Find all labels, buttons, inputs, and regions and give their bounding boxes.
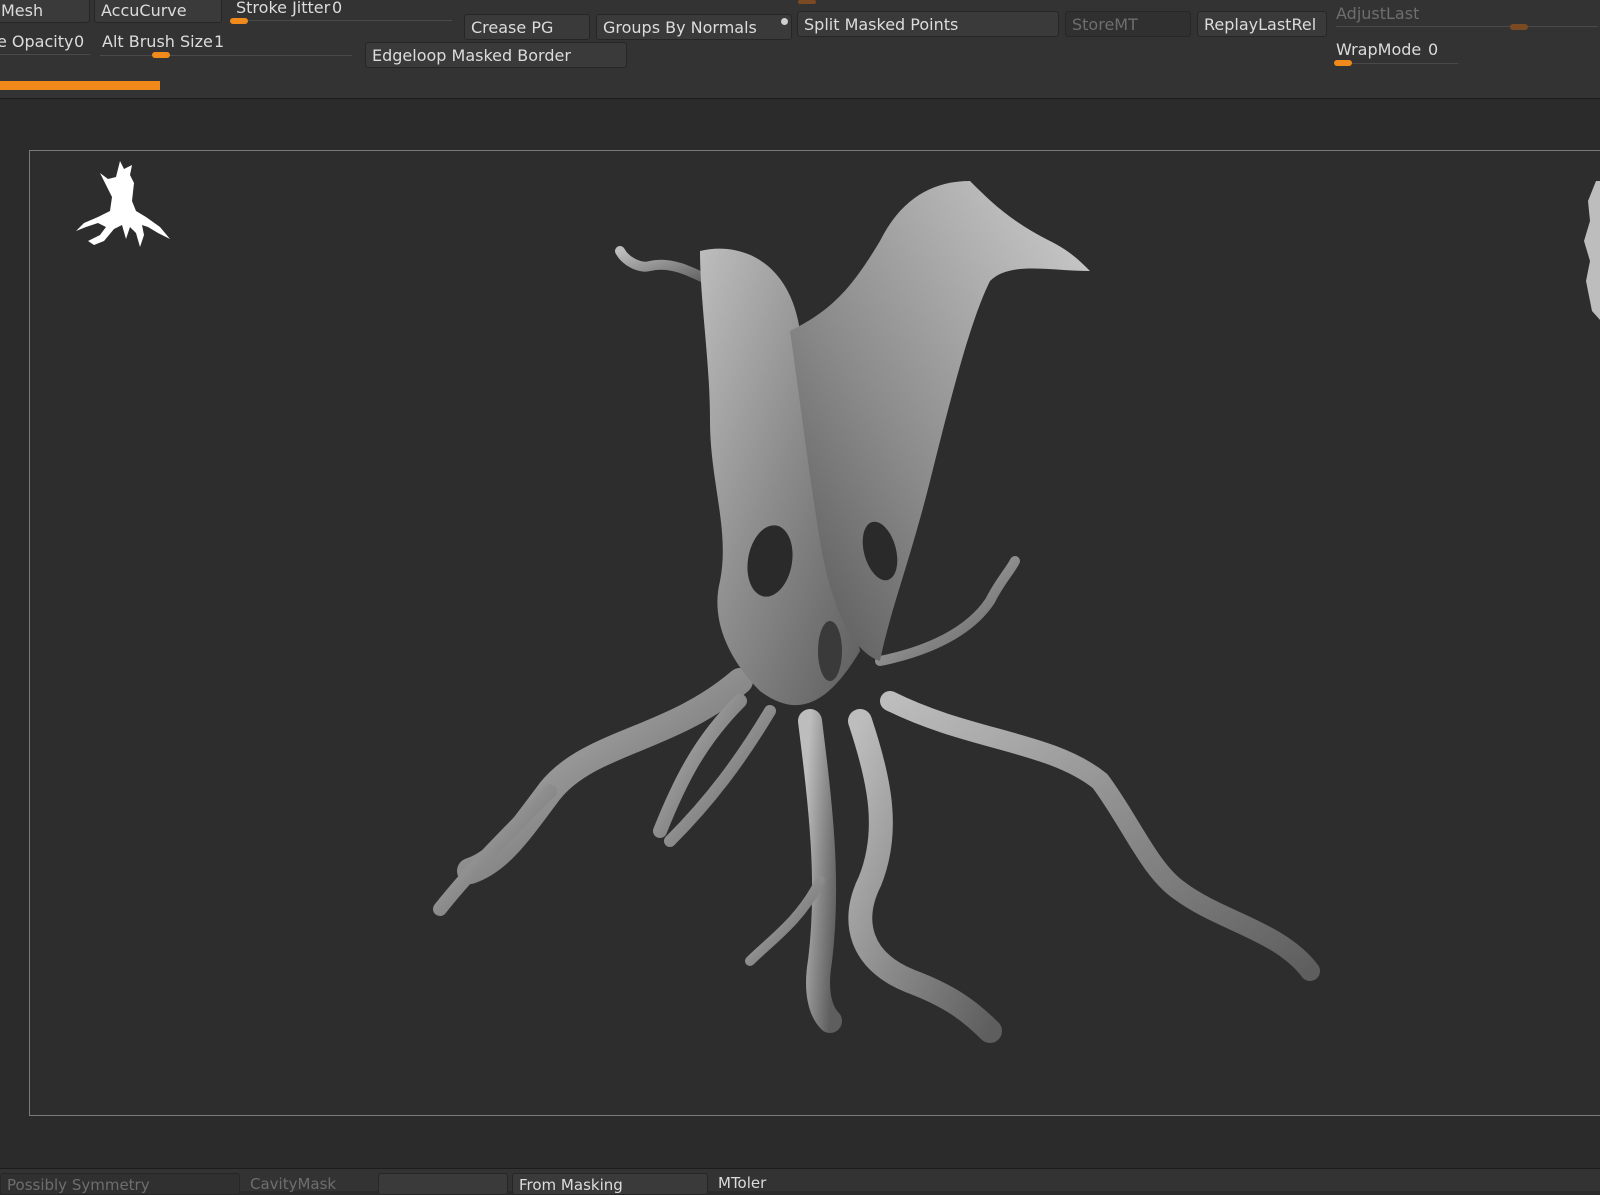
- wrapmode-track: [1336, 63, 1458, 64]
- opacity-label: e Opacity: [0, 32, 74, 51]
- bottom-toolbar: Possibly Symmetry CavityMask From Maskin…: [0, 1168, 1600, 1195]
- alt-brush-size-label: Alt Brush Size: [102, 32, 213, 51]
- adjustlast-track: [1336, 26, 1598, 27]
- crease-pg-button[interactable]: Crease PG: [464, 14, 590, 40]
- stroke-jitter-knob[interactable]: [230, 18, 248, 24]
- mtoler-label: MToler: [718, 1174, 767, 1192]
- top-slider-knob[interactable]: [798, 0, 816, 4]
- dead-tree-sculpt: [433, 181, 1320, 1043]
- wrapmode-value: 0: [1428, 40, 1439, 59]
- cavitymask-button[interactable]: CavityMask: [244, 1173, 372, 1195]
- symmetry-button[interactable]: Possibly Symmetry: [0, 1173, 240, 1195]
- alt-brush-size-knob[interactable]: [152, 52, 170, 58]
- adjustlast-knob[interactable]: [1510, 24, 1528, 30]
- from-masking-button[interactable]: From Masking: [512, 1173, 708, 1195]
- storemt-button: StoreMT: [1065, 11, 1191, 37]
- replaylastrel-button[interactable]: ReplayLastRel: [1197, 11, 1327, 37]
- wrapmode-knob[interactable]: [1334, 60, 1352, 66]
- alt-brush-size-slider[interactable]: Alt Brush Size 1: [100, 30, 356, 58]
- adjustlast-label: AdjustLast: [1336, 4, 1420, 23]
- split-masked-points-button[interactable]: Split Masked Points: [797, 11, 1059, 37]
- edgeloop-masked-border-button[interactable]: Edgeloop Masked Border: [365, 42, 627, 68]
- alt-brush-size-track: [100, 55, 352, 56]
- opacity-value: 0: [74, 32, 85, 51]
- groups-by-normals-button[interactable]: Groups By Normals: [596, 14, 792, 40]
- accucurve-button[interactable]: AccuCurve: [94, 0, 222, 23]
- opacity-slider[interactable]: e Opacity 0: [0, 30, 92, 56]
- stroke-jitter-slider[interactable]: Stroke Jitter 0: [228, 0, 458, 26]
- partial-mesh-thumbnail: [1584, 181, 1600, 320]
- stroke-jitter-label: Stroke Jitter: [236, 0, 331, 17]
- document-canvas[interactable]: [29, 150, 1600, 1116]
- wrapmode-label: WrapMode: [1336, 40, 1422, 59]
- tree-silhouette-icon: [76, 161, 170, 247]
- groups-by-normals-indicator-icon: [781, 18, 788, 25]
- adjustlast-slider[interactable]: AdjustLast: [1332, 2, 1600, 32]
- stroke-jitter-track: [230, 20, 452, 21]
- mesh-button[interactable]: Mesh: [0, 0, 90, 23]
- stroke-jitter-value: 0: [332, 0, 343, 17]
- alt-brush-size-value: 1: [214, 32, 225, 51]
- blank-button[interactable]: [378, 1173, 508, 1195]
- progress-bar: [0, 81, 160, 90]
- top-toolbar: Mesh AccuCurve Stroke Jitter 0 Crease PG…: [0, 0, 1600, 99]
- opacity-track: [0, 54, 90, 55]
- wrapmode-slider[interactable]: WrapMode 0: [1332, 38, 1460, 66]
